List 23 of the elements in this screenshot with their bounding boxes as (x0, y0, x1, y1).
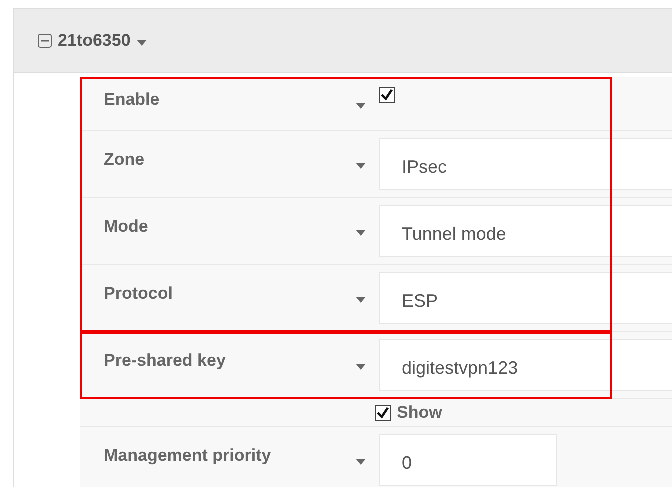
caret-icon[interactable] (356, 459, 366, 465)
field-label: Enable (103, 90, 161, 110)
checkbox-label: Show (397, 402, 442, 422)
field-label: Pre-shared key (103, 351, 227, 371)
caret-icon[interactable] (356, 364, 366, 370)
collapse-icon[interactable] (38, 34, 52, 48)
field-label: Zone (103, 150, 146, 170)
caret-icon[interactable] (356, 163, 366, 169)
checkbox[interactable] (379, 87, 395, 103)
field-label: Mode (103, 217, 150, 237)
input-field[interactable]: ESP (379, 272, 672, 324)
group-title: 21to6350 (58, 30, 131, 50)
input-field[interactable]: 0 (379, 434, 557, 486)
input-field[interactable]: Tunnel mode (379, 205, 672, 257)
field-label: Protocol (103, 284, 174, 304)
caret-icon[interactable] (356, 230, 366, 236)
input-field[interactable]: IPsec (379, 138, 672, 190)
field-label: Management priority (103, 446, 272, 466)
caret-icon[interactable] (356, 297, 366, 303)
input-field[interactable]: digitestvpn123 (379, 339, 672, 391)
caret-icon[interactable] (356, 102, 366, 108)
checkbox[interactable] (375, 404, 391, 420)
caret-icon[interactable] (136, 40, 147, 46)
